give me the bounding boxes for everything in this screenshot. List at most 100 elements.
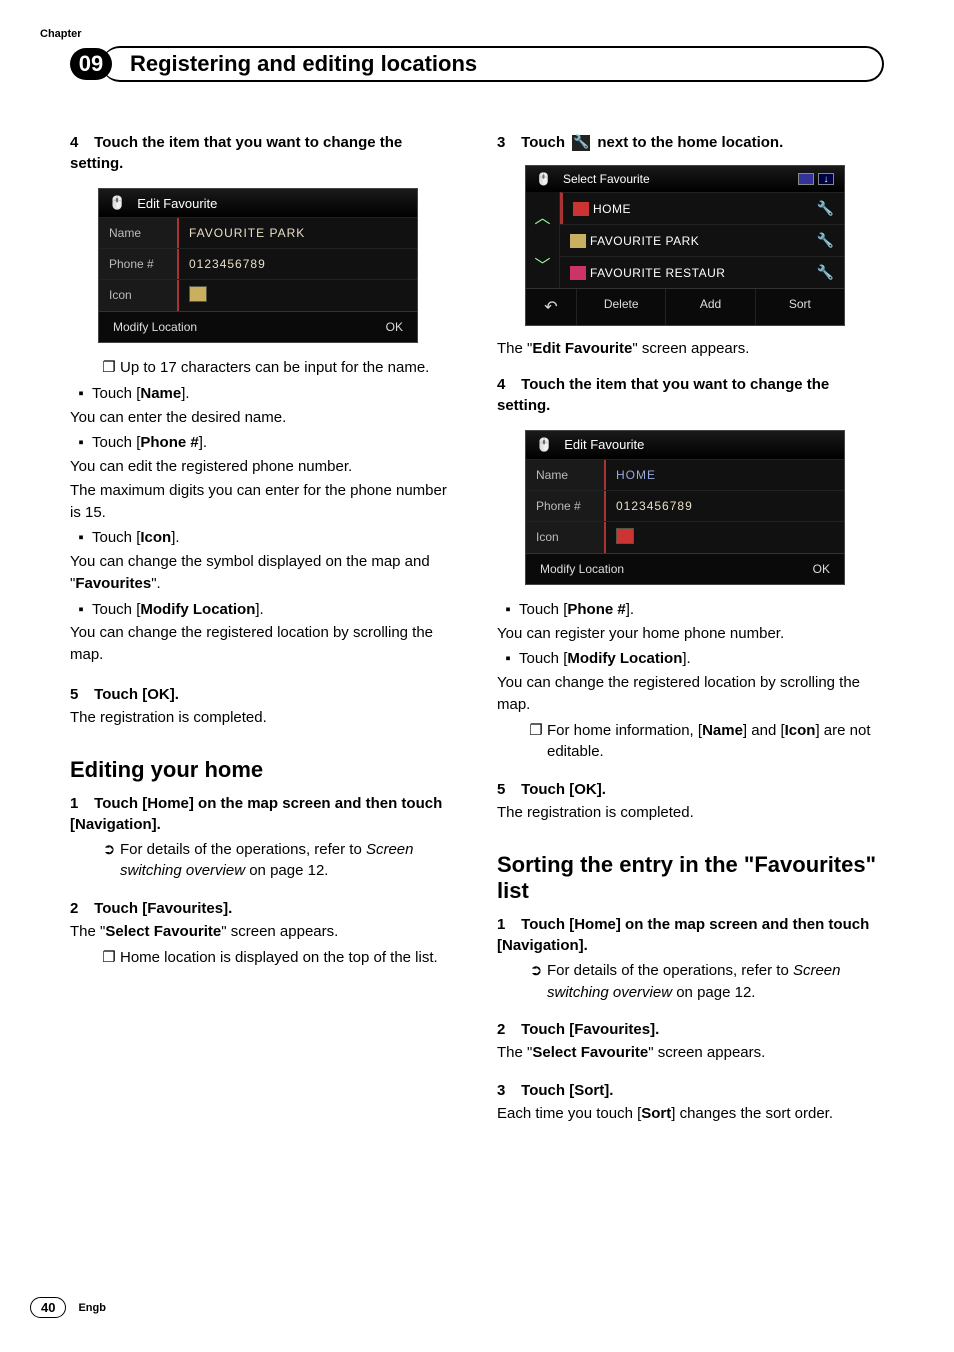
t: on page 12. bbox=[245, 862, 328, 879]
t: Modify Location bbox=[567, 650, 682, 667]
delete-button[interactable]: Delete bbox=[576, 289, 665, 325]
chevron-down-icon[interactable]: ﹀ bbox=[534, 252, 550, 276]
ui-header: 🖱️ Edit Favourite bbox=[526, 431, 844, 459]
after-fav-text: The "Edit Favourite" screen appears. bbox=[497, 338, 884, 360]
t: Select Favourite bbox=[105, 923, 221, 940]
note-icon: ❐ bbox=[98, 357, 120, 379]
bullet-text: Touch [Modify Location]. bbox=[519, 648, 884, 670]
eh-step2-body: The "Select Favourite" screen appears. bbox=[70, 921, 457, 943]
park-icon bbox=[570, 234, 586, 248]
value-icon[interactable] bbox=[606, 522, 844, 553]
modify-location-button[interactable]: Modify Location bbox=[113, 320, 197, 334]
t: ]. bbox=[171, 529, 179, 546]
step-number: 1 bbox=[70, 793, 90, 814]
step-number: 3 bbox=[497, 1080, 517, 1101]
ui-row-name: Name FAVOURITE PARK bbox=[99, 217, 417, 248]
step-text: Touch [Home] on the map screen and then … bbox=[497, 916, 869, 954]
pointer-icon: 🖱️ bbox=[109, 195, 125, 211]
ok-button[interactable]: OK bbox=[386, 320, 403, 334]
step-text: Touch [OK]. bbox=[521, 781, 606, 798]
t: Sorting the entry in the " bbox=[497, 852, 754, 877]
label-phone: Phone # bbox=[99, 249, 179, 279]
fav-row-home[interactable]: HOME 🔧 bbox=[560, 192, 844, 224]
right-step-3: 3 Touch next to the home location. bbox=[497, 132, 884, 153]
t: ] and [ bbox=[743, 722, 785, 739]
fav-row-restaurant[interactable]: FAVOURITE RESTAUR 🔧 bbox=[560, 256, 844, 288]
section-editing-home: Editing your home bbox=[70, 757, 457, 783]
note-icon: ❐ bbox=[525, 720, 547, 764]
t: next to the home location. bbox=[593, 134, 783, 151]
step-text: Touch [Favourites]. bbox=[521, 1021, 659, 1038]
sort-button[interactable]: Sort bbox=[755, 289, 844, 325]
body-phone-1: You can edit the registered phone number… bbox=[70, 456, 457, 478]
flag-icon[interactable] bbox=[798, 173, 814, 185]
step-number: 5 bbox=[497, 779, 517, 800]
ui-title: Edit Favourite bbox=[564, 437, 644, 452]
refer-text: For details of the operations, refer to … bbox=[120, 839, 457, 883]
bullet-text: Touch [Phone #]. bbox=[92, 432, 457, 454]
fav-body: ︿ ﹀ HOME 🔧 FAVOURITE PARK 🔧 FAVOURITE RE… bbox=[526, 192, 844, 288]
bullet-touch-name: ▪ Touch [Name]. bbox=[70, 383, 457, 405]
t: Icon bbox=[140, 529, 171, 546]
fav-row-park[interactable]: FAVOURITE PARK 🔧 bbox=[560, 224, 844, 256]
s2-step-3: 3 Touch [Sort]. bbox=[497, 1080, 884, 1101]
content-columns: 4 Touch the item that you want to change… bbox=[70, 122, 884, 1125]
s2-step-2: 2 Touch [Favourites]. bbox=[497, 1019, 884, 1040]
body-modify: You can change the registered location b… bbox=[70, 622, 457, 666]
eh-note-home-top: ❐ Home location is displayed on the top … bbox=[98, 947, 457, 969]
square-bullet-icon: ▪ bbox=[70, 383, 92, 405]
right-step-5: 5 Touch [OK]. bbox=[497, 779, 884, 800]
add-button[interactable]: Add bbox=[665, 289, 754, 325]
ui-row-phone: Phone # 0123456789 bbox=[526, 490, 844, 521]
t: " screen appears. bbox=[221, 923, 338, 940]
wrench-icon[interactable]: 🔧 bbox=[817, 264, 834, 281]
step-text: Touch the item that you want to change t… bbox=[497, 376, 829, 414]
value-phone[interactable]: 0123456789 bbox=[606, 491, 844, 521]
t: Touch bbox=[521, 134, 569, 151]
t: For details of the operations, refer to bbox=[547, 962, 793, 979]
back-button[interactable]: ↶ bbox=[526, 289, 576, 325]
row-label: FAVOURITE PARK bbox=[590, 234, 699, 248]
note-characters: ❐ Up to 17 characters can be input for t… bbox=[98, 357, 457, 379]
value-name[interactable]: FAVOURITE PARK bbox=[179, 218, 417, 248]
t: Name bbox=[140, 385, 181, 402]
edit-favourite-screenshot-2: 🖱️ Edit Favourite Name HOME Phone # 0123… bbox=[525, 430, 845, 585]
step-text: Touch [Favourites]. bbox=[94, 900, 232, 917]
s2-step2-body: The "Select Favourite" screen appears. bbox=[497, 1042, 884, 1064]
value-icon[interactable] bbox=[179, 280, 417, 311]
value-phone[interactable]: 0123456789 bbox=[179, 249, 417, 279]
rbody-phone: You can register your home phone number. bbox=[497, 623, 884, 645]
t: Sort bbox=[641, 1105, 671, 1122]
body-name: You can enter the desired name. bbox=[70, 407, 457, 429]
wrench-icon[interactable]: 🔧 bbox=[817, 232, 834, 249]
t: Icon bbox=[785, 722, 816, 739]
t: Touch [ bbox=[92, 385, 140, 402]
right-column: 3 Touch next to the home location. 🖱️ Se… bbox=[497, 122, 884, 1125]
chevron-up-icon[interactable]: ︿ bbox=[534, 204, 550, 228]
locale-label: Engb bbox=[78, 1302, 106, 1314]
square-bullet-icon: ▪ bbox=[70, 599, 92, 621]
bullet-text: Touch [Modify Location]. bbox=[92, 599, 457, 621]
t: ] changes the sort order. bbox=[671, 1105, 833, 1122]
rbullet-touch-phone: ▪ Touch [Phone #]. bbox=[497, 599, 884, 621]
value-name[interactable]: HOME bbox=[606, 460, 844, 490]
chapter-header: 09 Registering and editing locations bbox=[70, 46, 884, 82]
fav-rows: HOME 🔧 FAVOURITE PARK 🔧 FAVOURITE RESTAU… bbox=[560, 192, 844, 288]
label-name: Name bbox=[99, 218, 179, 248]
step-number: 2 bbox=[497, 1019, 517, 1040]
t: ]. bbox=[199, 434, 207, 451]
wrench-icon[interactable]: 🔧 bbox=[817, 200, 834, 217]
down-arrow-icon[interactable]: ↓ bbox=[818, 173, 834, 185]
label-phone: Phone # bbox=[526, 491, 606, 521]
ok-button[interactable]: OK bbox=[813, 562, 830, 576]
row-label: FAVOURITE RESTAUR bbox=[590, 266, 725, 280]
note-text: Home location is displayed on the top of… bbox=[120, 947, 457, 969]
t: ]. bbox=[255, 601, 263, 618]
t: Name bbox=[702, 722, 743, 739]
left-step-4: 4 Touch the item that you want to change… bbox=[70, 132, 457, 174]
step-number: 5 bbox=[70, 684, 90, 705]
ui-bottom-row: Modify Location OK bbox=[99, 311, 417, 342]
rstep5-body: The registration is completed. bbox=[497, 802, 884, 824]
chapter-label: Chapter bbox=[40, 28, 82, 40]
modify-location-button[interactable]: Modify Location bbox=[540, 562, 624, 576]
